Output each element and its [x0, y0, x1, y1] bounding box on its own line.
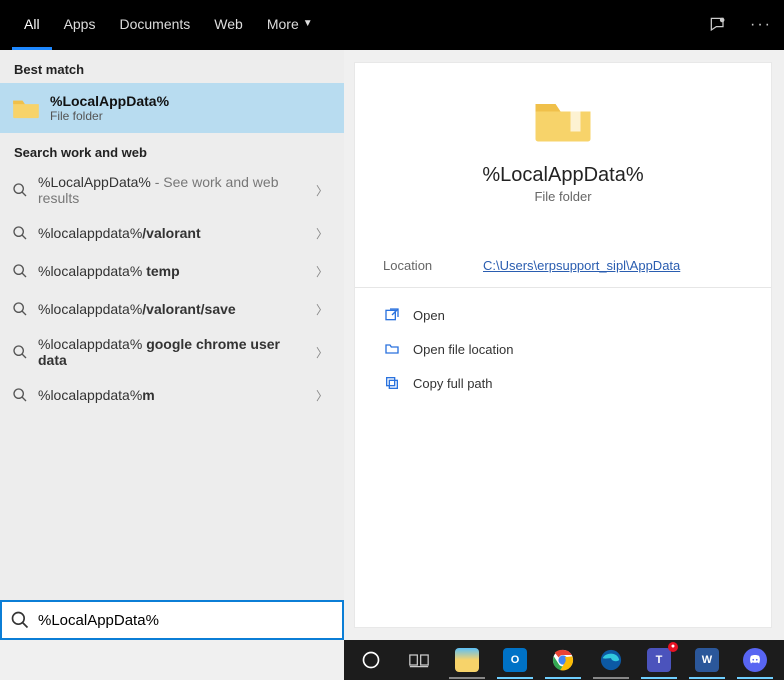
search-input[interactable]	[38, 612, 334, 629]
web-result-row[interactable]: %localappdata%/valorant〉	[0, 214, 344, 252]
tab-more[interactable]: More ▼	[255, 0, 325, 50]
web-result-row[interactable]: %LocalAppData% - See work and web result…	[0, 166, 344, 214]
chevron-right-icon[interactable]: 〉	[316, 344, 328, 361]
chevron-down-icon: ▼	[303, 18, 313, 29]
best-match-subtitle: File folder	[50, 109, 169, 123]
web-result-row[interactable]: %localappdata% google chrome user data〉	[0, 328, 344, 376]
search-filter-tabs: All Apps Documents Web More ▼ ···	[0, 0, 784, 50]
tab-documents-label: Documents	[119, 16, 190, 32]
web-result-label: %localappdata% temp	[38, 263, 332, 279]
taskbar-chrome[interactable]	[542, 644, 584, 676]
taskbar-edge[interactable]	[590, 644, 632, 676]
taskbar-task-view[interactable]	[398, 644, 440, 676]
copy-icon	[383, 374, 401, 392]
folder-icon	[533, 91, 593, 147]
tab-more-label: More	[267, 16, 299, 32]
action-copy-path[interactable]: Copy full path	[373, 366, 753, 400]
section-search-web: Search work and web	[0, 133, 344, 166]
chevron-right-icon[interactable]: 〉	[316, 387, 328, 404]
section-best-match: Best match	[0, 50, 344, 83]
web-result-row[interactable]: %localappdata%m〉	[0, 376, 344, 414]
action-open[interactable]: Open	[373, 298, 753, 332]
preview-location-label: Location	[383, 258, 483, 273]
feedback-icon[interactable]	[708, 15, 728, 35]
web-result-label: %localappdata%/valorant	[38, 225, 332, 241]
search-icon	[10, 610, 30, 630]
preview-location-link[interactable]: C:\Users\erpsupport_sipl\AppData	[483, 258, 680, 273]
action-copy-path-label: Copy full path	[413, 376, 493, 391]
results-panel: Best match %LocalAppData% File folder Se…	[0, 50, 344, 640]
action-open-location[interactable]: Open file location	[373, 332, 753, 366]
web-result-row[interactable]: %localappdata%/valorant/save〉	[0, 290, 344, 328]
taskbar-teams[interactable]: T ●	[638, 644, 680, 676]
tab-web-label: Web	[214, 16, 243, 32]
search-icon	[12, 301, 28, 317]
action-open-label: Open	[413, 308, 445, 323]
taskbar-cortana[interactable]	[350, 644, 392, 676]
tab-all[interactable]: All	[12, 0, 52, 50]
search-icon	[12, 263, 28, 279]
web-result-row[interactable]: %localappdata% temp〉	[0, 252, 344, 290]
tab-documents[interactable]: Documents	[107, 0, 202, 50]
preview-panel: %LocalAppData% File folder Location C:\U…	[354, 62, 772, 628]
preview-subtitle: File folder	[355, 189, 771, 204]
search-icon	[12, 387, 28, 403]
web-results-list: %LocalAppData% - See work and web result…	[0, 166, 344, 414]
taskbar: O T ● W	[344, 640, 784, 680]
search-icon	[12, 344, 28, 360]
action-open-location-label: Open file location	[413, 342, 513, 357]
chevron-right-icon[interactable]: 〉	[316, 225, 328, 242]
best-match-title: %LocalAppData%	[50, 93, 169, 109]
preview-location-row: Location C:\Users\erpsupport_sipl\AppDat…	[355, 240, 771, 288]
web-result-label: %localappdata%m	[38, 387, 332, 403]
chevron-right-icon[interactable]: 〉	[316, 263, 328, 280]
taskbar-word[interactable]: W	[686, 644, 728, 676]
tab-all-label: All	[24, 16, 40, 32]
tab-apps-label: Apps	[64, 16, 96, 32]
web-result-label: %LocalAppData% - See work and web result…	[38, 174, 332, 206]
tab-apps[interactable]: Apps	[52, 0, 108, 50]
best-match-result[interactable]: %LocalAppData% File folder	[0, 83, 344, 133]
search-icon	[12, 225, 28, 241]
more-options-icon[interactable]: ···	[750, 16, 772, 34]
taskbar-file-explorer[interactable]	[446, 644, 488, 676]
search-icon	[12, 182, 28, 198]
taskbar-outlook[interactable]: O	[494, 644, 536, 676]
chevron-right-icon[interactable]: 〉	[316, 301, 328, 318]
web-result-label: %localappdata%/valorant/save	[38, 301, 332, 317]
web-result-label: %localappdata% google chrome user data	[38, 336, 332, 368]
tab-web[interactable]: Web	[202, 0, 255, 50]
search-box[interactable]	[0, 600, 344, 640]
folder-icon	[12, 96, 40, 120]
taskbar-discord[interactable]	[734, 644, 776, 676]
chevron-right-icon[interactable]: 〉	[316, 182, 328, 199]
folder-open-icon	[383, 340, 401, 358]
open-icon	[383, 306, 401, 324]
preview-title: %LocalAppData%	[355, 164, 771, 187]
